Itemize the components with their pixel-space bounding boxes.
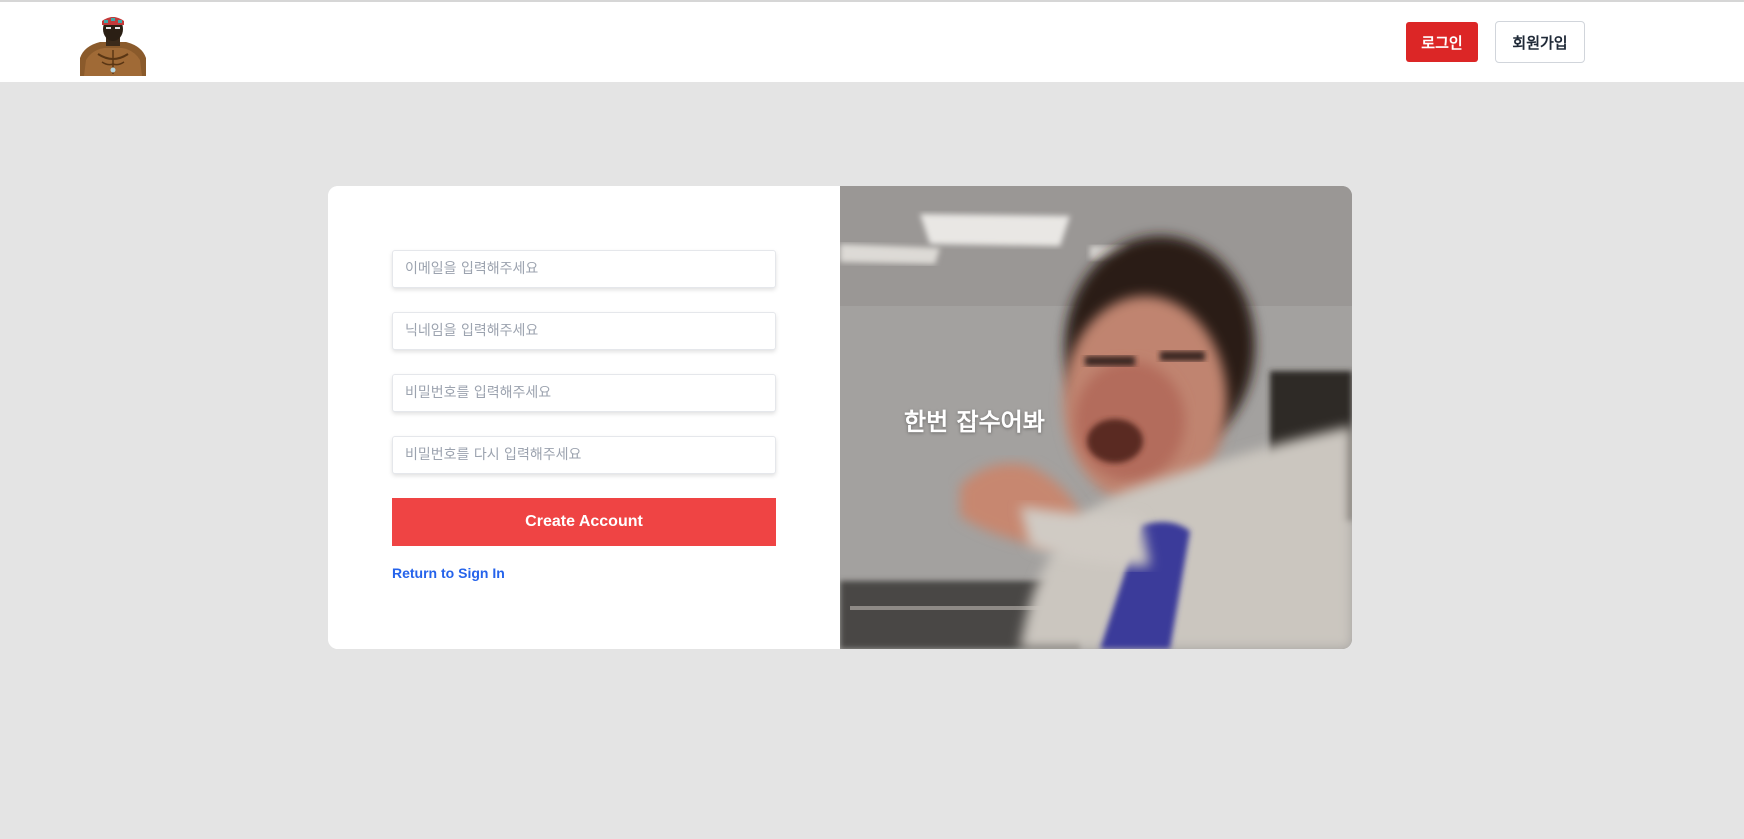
return-to-sign-in-link[interactable]: Return to Sign In xyxy=(392,565,505,581)
signup-form: Create Account Return to Sign In xyxy=(328,186,840,649)
login-button[interactable]: 로그인 xyxy=(1406,22,1478,62)
create-account-button[interactable]: Create Account xyxy=(392,498,776,546)
promo-caption: 한번 잡수어봐 xyxy=(904,408,1045,436)
promo-photo: 한번 잡수어봐 xyxy=(840,186,1352,649)
muscular-man-logo-icon[interactable] xyxy=(78,14,148,76)
password-confirm-field[interactable] xyxy=(392,436,776,474)
nickname-field[interactable] xyxy=(392,312,776,350)
password-field[interactable] xyxy=(392,374,776,412)
navbar: 로그인 회원가입 xyxy=(0,2,1744,82)
signup-card: Create Account Return to Sign In xyxy=(328,186,1352,649)
signup-button[interactable]: 회원가입 xyxy=(1495,21,1585,63)
email-field[interactable] xyxy=(392,250,776,288)
